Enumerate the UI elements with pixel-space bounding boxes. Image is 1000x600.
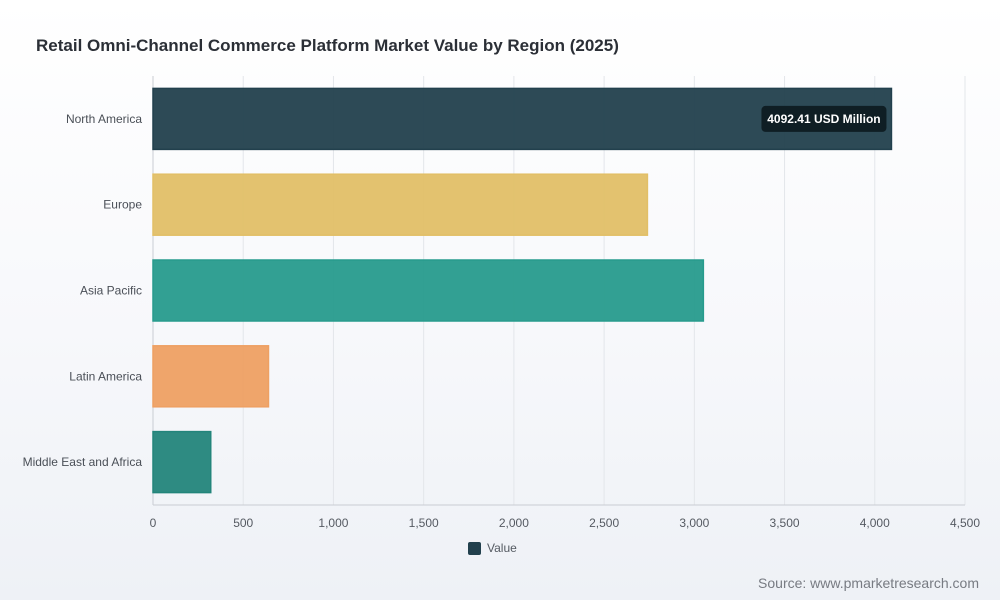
x-tick-label: 1,000 <box>318 516 348 530</box>
x-tick-label: 3,000 <box>679 516 709 530</box>
x-tick-label: 4,500 <box>950 516 980 530</box>
bar-middle-east-and-africa[interactable] <box>152 430 212 494</box>
legend-label: Value <box>487 541 517 555</box>
bar-latin-america[interactable] <box>152 345 270 408</box>
x-tick-label: 500 <box>233 516 253 530</box>
x-tick-label: 0 <box>150 516 157 530</box>
y-category-label: Middle East and Africa <box>23 455 143 469</box>
x-tick-label: 2,500 <box>589 516 619 530</box>
x-tick-label: 3,500 <box>770 516 800 530</box>
x-tick-label: 2,000 <box>499 516 529 530</box>
legend[interactable]: Value <box>468 541 517 555</box>
bar-europe[interactable] <box>152 173 649 236</box>
legend-swatch <box>468 541 481 555</box>
x-tick-label: 1,500 <box>409 516 439 530</box>
x-tick-label: 4,000 <box>860 516 890 530</box>
y-category-label: Asia Pacific <box>80 284 142 298</box>
tooltip-text: 4092.41 USD Million <box>767 112 880 126</box>
y-category-label: North America <box>66 112 142 126</box>
y-category-label: Latin America <box>69 369 142 383</box>
bar-chart: 0 500 1,000 1,500 2,000 2,500 3,000 3,500 4,000 4… <box>23 76 980 530</box>
source-note: Source: www.pmarketresearch.com <box>758 575 979 591</box>
y-category-label: Europe <box>103 198 142 212</box>
bar-asia-pacific[interactable] <box>152 259 705 322</box>
